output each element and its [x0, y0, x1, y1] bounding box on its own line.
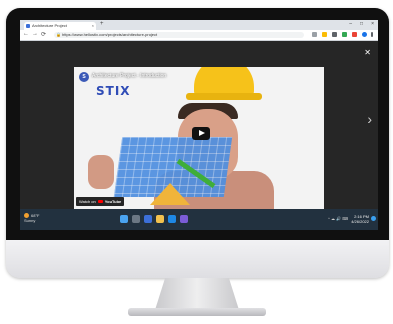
- minimize-button[interactable]: –: [349, 21, 352, 27]
- url-text: https://www.hellostix.com/projects/archi…: [62, 32, 158, 37]
- edge-browser-icon[interactable]: [168, 215, 176, 223]
- search-icon[interactable]: [132, 215, 140, 223]
- new-tab-button[interactable]: +: [100, 21, 104, 27]
- clock[interactable]: 2:16 PM 4/26/2022: [351, 214, 369, 224]
- hard-hat-brim-graphic: [186, 93, 262, 100]
- back-button[interactable]: ←: [23, 31, 29, 37]
- youtube-video-embed[interactable]: S Architecture Project - Introduction ST…: [74, 67, 324, 209]
- video-title[interactable]: Architecture Project - Introduction: [92, 73, 166, 79]
- monitor-stand-base: [128, 308, 266, 316]
- set-square-graphic: [150, 183, 190, 205]
- lock-icon: 🔒: [56, 32, 61, 37]
- extension-icon[interactable]: [352, 32, 357, 37]
- play-button-icon[interactable]: [192, 127, 210, 140]
- lightbox-viewer: ✕ › S Architecture Project - Introductio…: [20, 41, 378, 225]
- weather-temp: 68°F: [31, 213, 40, 218]
- task-view-icon[interactable]: [144, 215, 152, 223]
- weather-widget[interactable]: 68°F Sunny: [24, 213, 40, 223]
- system-tray[interactable]: ^ ☁ 🔊 ⌨: [328, 216, 348, 221]
- windows-taskbar: 68°F Sunny ^ ☁ 🔊 ⌨ 2:16 PM 4/26/2022: [20, 209, 378, 230]
- close-lightbox-icon[interactable]: ✕: [364, 48, 371, 57]
- bookmark-star-icon[interactable]: [322, 32, 327, 37]
- clock-date: 4/26/2022: [351, 219, 369, 224]
- browser-tab[interactable]: Architecture Project ×: [24, 22, 96, 30]
- maximize-button[interactable]: □: [360, 21, 363, 27]
- menu-dots-icon[interactable]: [371, 32, 373, 37]
- favicon-icon: [26, 24, 30, 28]
- youtube-label: YouTube: [104, 199, 122, 204]
- stix-logo: STIX: [96, 84, 131, 98]
- extension-icon[interactable]: [342, 32, 347, 37]
- extension-icon[interactable]: [332, 32, 337, 37]
- presenter-hand: [88, 155, 114, 189]
- browser-tab-bar: Architecture Project × + – □ ×: [20, 20, 378, 30]
- monitor-chin: [6, 240, 389, 278]
- notification-icon[interactable]: [371, 216, 376, 221]
- app-icon[interactable]: [180, 215, 188, 223]
- tab-title: Architecture Project: [32, 23, 67, 28]
- close-tab-icon[interactable]: ×: [92, 22, 94, 30]
- address-bar: ← → ⟳ 🔒 https://www.hellostix.com/projec…: [20, 30, 378, 41]
- url-field[interactable]: 🔒 https://www.hellostix.com/projects/arc…: [54, 32, 304, 38]
- youtube-logo-icon: [97, 200, 103, 204]
- start-icon[interactable]: [120, 215, 128, 223]
- share-icon[interactable]: [312, 32, 317, 37]
- watch-on-youtube-button[interactable]: Watch on YouTube: [76, 197, 125, 206]
- screen: Architecture Project × + – □ × ← → ⟳ 🔒 h…: [20, 20, 378, 230]
- reload-button[interactable]: ⟳: [41, 31, 46, 38]
- channel-avatar[interactable]: S: [79, 72, 89, 82]
- weather-desc: Sunny: [24, 218, 36, 224]
- forward-button[interactable]: →: [32, 31, 38, 37]
- close-window-button[interactable]: ×: [371, 21, 374, 27]
- next-arrow-icon[interactable]: ›: [367, 111, 372, 127]
- monitor-stand-neck: [155, 278, 239, 310]
- file-explorer-icon[interactable]: [156, 215, 164, 223]
- profile-avatar-icon[interactable]: [362, 32, 367, 37]
- watch-on-label: Watch on: [79, 199, 96, 204]
